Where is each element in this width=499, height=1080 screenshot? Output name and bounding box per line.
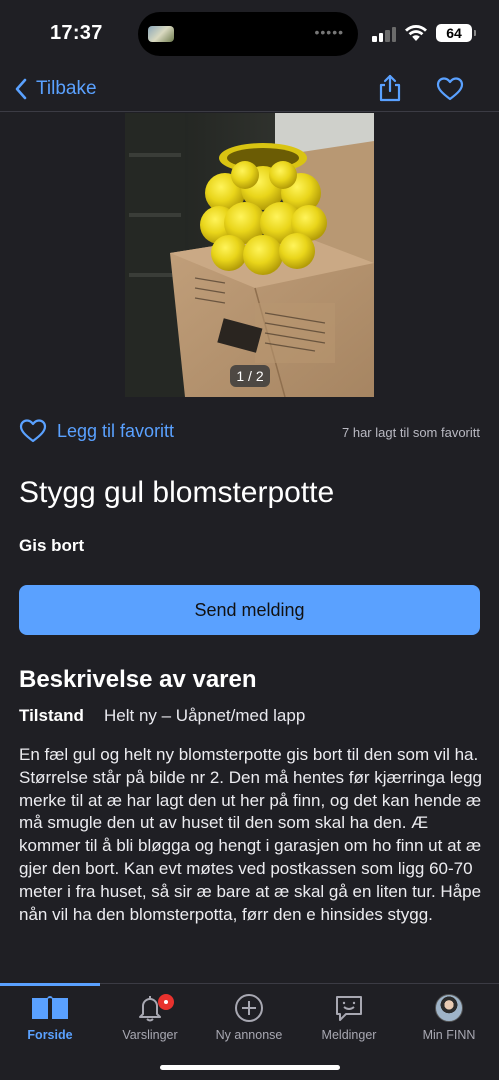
tab-label: Min FINN (422, 1028, 476, 1042)
tab-label: Meldinger (321, 1028, 377, 1042)
photo-counter: 1 / 2 (230, 365, 270, 387)
listing-price: Gis bort (19, 536, 85, 555)
home-icon (32, 996, 68, 1019)
listing-title: Stygg gul blomsterpotte (19, 476, 335, 509)
battery-icon: 64 (436, 24, 476, 42)
island-media-thumbnail (148, 26, 174, 42)
favorite-heart-icon[interactable] (436, 76, 464, 102)
add-favorite-label: Legg til favoritt (57, 420, 175, 441)
favorite-count: 7 har lagt til som favoritt (342, 425, 480, 440)
plus-circle-icon (235, 994, 263, 1022)
tab-varslinger[interactable]: Varslinger (100, 992, 200, 1042)
island-dots-icon: ••••• (314, 24, 344, 40)
favorite-row: Legg til favoritt 7 har lagt til som fav… (0, 416, 499, 448)
heart-icon (19, 419, 47, 443)
tab-label: Varslinger (122, 1028, 178, 1042)
share-icon[interactable] (377, 74, 403, 102)
listing-photo[interactable]: 1 / 2 (125, 113, 374, 397)
tab-min-finn[interactable]: Min FINN (399, 992, 499, 1042)
tab-forside[interactable]: Forside (0, 992, 100, 1042)
chat-icon (336, 996, 362, 1021)
wifi-icon (405, 25, 427, 41)
flowerpot-photo (125, 113, 374, 397)
home-indicator (160, 1065, 340, 1070)
chevron-left-icon (15, 78, 27, 100)
cellular-signal-icon (372, 26, 398, 42)
condition-row: Tilstand Helt ny – Uåpnet/med lapp (19, 706, 305, 726)
navigation-bar: Tilbake (0, 66, 499, 112)
status-time: 17:37 (50, 22, 103, 44)
description-heading: Beskrivelse av varen (19, 666, 257, 693)
send-message-button[interactable]: Send melding (19, 585, 480, 635)
back-label: Tilbake (36, 78, 97, 99)
dynamic-island: ••••• (138, 12, 358, 56)
condition-label: Tilstand (19, 706, 84, 725)
description-text: En fæl gul og helt ny blomsterpotte gis … (19, 745, 482, 924)
tab-meldinger[interactable]: Meldinger (299, 992, 399, 1042)
tab-ny-annonse[interactable]: Ny annonse (199, 992, 299, 1042)
active-tab-indicator (0, 983, 100, 986)
add-favorite-button[interactable]: Legg til favoritt (19, 418, 174, 444)
tab-label: Ny annonse (215, 1028, 283, 1042)
status-bar: 17:37 ••••• 64 (0, 0, 499, 66)
avatar (435, 994, 463, 1022)
tab-label: Forside (27, 1028, 73, 1042)
condition-value: Helt ny – Uåpnet/med lapp (104, 706, 306, 725)
notification-badge (158, 994, 174, 1010)
back-button[interactable]: Tilbake (14, 76, 97, 102)
